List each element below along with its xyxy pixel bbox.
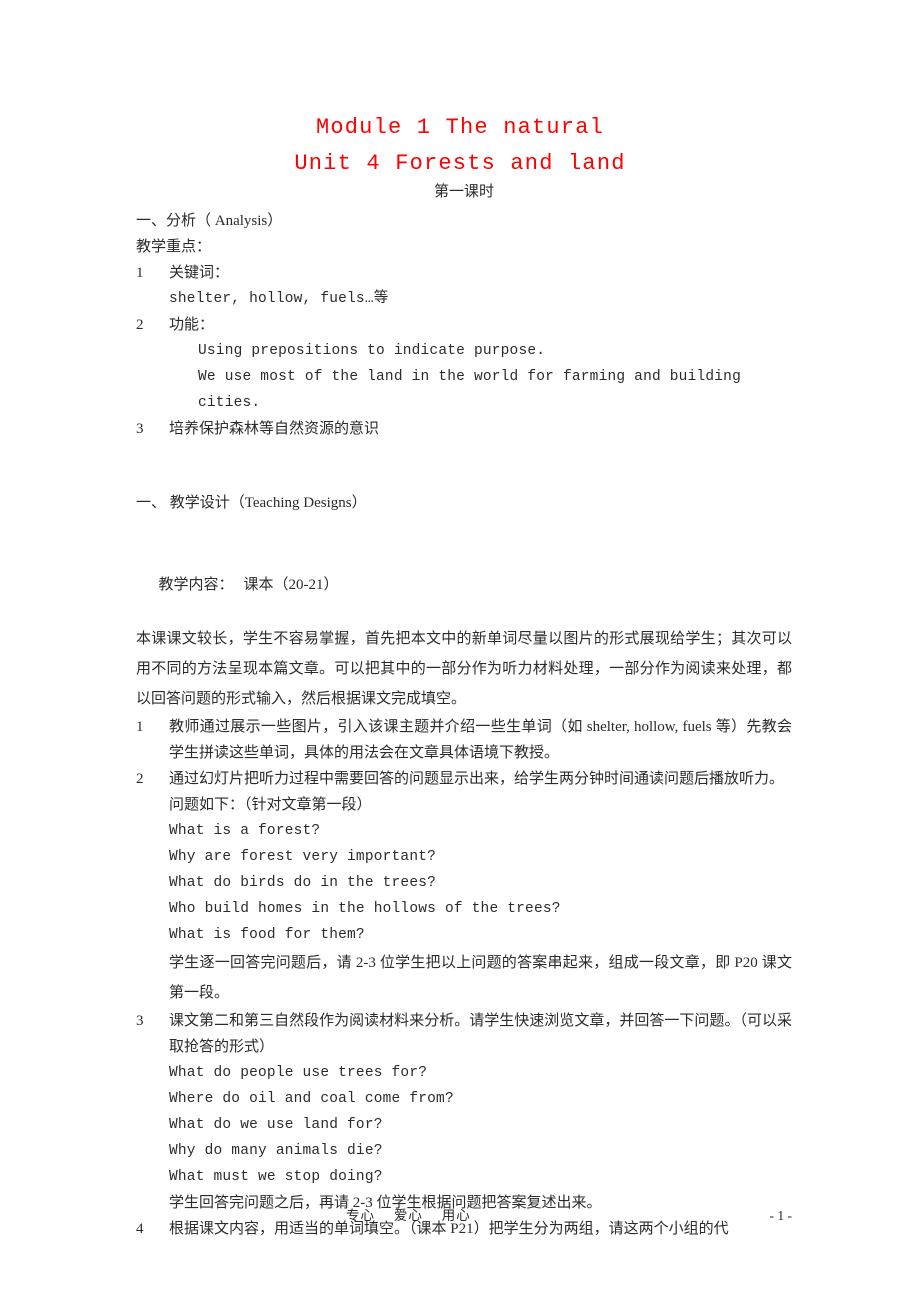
teaching-step-2-number: 2 <box>136 771 144 787</box>
after-group-1-note: 学生逐一回答完问题后，请 2-3 位学生把以上问题的答案串起来，组成一段文章，即… <box>169 955 792 1001</box>
footer-page-number: - 1 - <box>769 1208 793 1223</box>
teaching-content-value: 课本（20-21） <box>243 577 339 593</box>
document-subtitle: 第一课时 <box>433 184 494 200</box>
question-1-4: Who build homes in the hollows of the tr… <box>169 901 561 917</box>
document-title-line-1: Module 1 The natural <box>315 115 605 140</box>
section-spacer-3 <box>136 516 792 546</box>
analysis-item-2: 2 功能： <box>136 312 792 338</box>
question-1-3: What do birds do in the trees? <box>169 875 437 891</box>
analysis-item-3-number: 3 <box>136 421 144 437</box>
question-2-1: What do people use trees for? <box>169 1065 428 1081</box>
teaching-design-heading: 一、 教学设计（Teaching Designs） <box>136 495 367 511</box>
teaching-step-1-number: 1 <box>136 719 144 735</box>
analysis-function-sentence-2: We use most of the land in the world for… <box>198 369 750 411</box>
teaching-focus-label: 教学重点： <box>136 239 212 255</box>
question-1-5: What is food for them? <box>169 927 365 943</box>
analysis-keywords: shelter, hollow, fuels…等 <box>169 291 389 307</box>
analysis-item-3-text: 培养保护森林等自然资源的意识 <box>169 421 380 437</box>
document-title-line-2: Unit 4 Forests and land <box>294 151 626 176</box>
question-2-4: Why do many animals die? <box>169 1143 383 1159</box>
footer-slogan: 专心 爱心 用心 <box>346 1208 471 1223</box>
page-footer: 专心 爱心 用心 - 1 - <box>136 1204 792 1224</box>
teaching-step-2: 2 通过幻灯片把听力过程中需要回答的问题显示出来，给学生两分钟时间通读问题后播放… <box>136 766 792 792</box>
analysis-item-3: 3 培养保护森林等自然资源的意识 <box>136 416 792 442</box>
section-spacer-1 <box>136 442 792 476</box>
questions-intro-1: 问题如下：（针对文章第一段） <box>169 797 372 813</box>
teaching-content-label: 教学内容： <box>158 577 234 593</box>
analysis-function-sentence-1: Using prepositions to indicate purpose. <box>198 343 546 359</box>
analysis-item-1-number: 1 <box>136 265 144 281</box>
teaching-step-3-number: 3 <box>136 1013 144 1029</box>
document-page: Module 1 The natural Unit 4 Forests and … <box>0 0 920 1302</box>
analysis-heading: 一、分析（ Analysis） <box>136 213 283 229</box>
teaching-step-3: 3 课文第二和第三自然段作为阅读材料来分析。请学生快速浏览文章，并回答一下问题。… <box>136 1008 792 1060</box>
analysis-item-2-number: 2 <box>136 317 144 333</box>
teaching-step-2-text: 通过幻灯片把听力过程中需要回答的问题显示出来，给学生两分钟时间通读问题后播放听力… <box>169 771 785 787</box>
teaching-step-1-text: 教师通过展示一些图片，引入该课主题并介绍一些生单词（如 shelter, hol… <box>169 719 792 761</box>
analysis-item-1: 1 关键词： <box>136 260 792 286</box>
teaching-intro-paragraph: 本课课文较长，学生不容易掌握，首先把本文中的新单词尽量以图片的形式展现给学生；其… <box>136 631 792 707</box>
document-body: 一、分析（ Analysis） 教学重点： 1 关键词： shelter, ho… <box>136 208 792 1242</box>
teaching-step-1: 1 教师通过展示一些图片，引入该课主题并介绍一些生单词（如 shelter, h… <box>136 714 792 766</box>
question-2-5: What must we stop doing? <box>169 1169 383 1185</box>
teaching-content-line: 教学内容： 课本（20-21） <box>136 546 792 624</box>
question-1-1: What is a forest? <box>169 823 321 839</box>
analysis-item-2-label: 功能： <box>169 317 215 333</box>
question-1-2: Why are forest very important? <box>169 849 437 865</box>
section-spacer-2 <box>136 476 792 490</box>
teaching-step-3-text: 课文第二和第三自然段作为阅读材料来分析。请学生快速浏览文章，并回答一下问题。（可… <box>169 1013 792 1055</box>
question-2-2: Where do oil and coal come from? <box>169 1091 454 1107</box>
analysis-item-1-label: 关键词： <box>169 265 230 281</box>
question-2-3: What do we use land for? <box>169 1117 383 1133</box>
